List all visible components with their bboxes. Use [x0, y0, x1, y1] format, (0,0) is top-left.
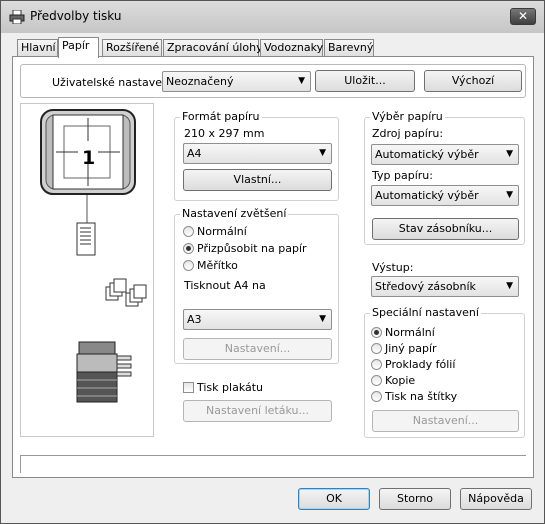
zoom-option-fit-label: Přizpůsobit na papír: [197, 242, 307, 255]
cancel-button[interactable]: Storno: [379, 488, 451, 510]
print-on-select[interactable]: A3 ▼: [183, 309, 332, 330]
print-on-value: A3: [187, 313, 202, 326]
paper-source-select[interactable]: Automatický výběr ▼: [371, 144, 519, 165]
tray-status-button[interactable]: Stav zásobníku...: [372, 218, 519, 240]
radio-icon: [371, 343, 382, 354]
radio-icon: [371, 327, 382, 338]
status-bar: [20, 455, 526, 473]
zoom-option-scale-label: Měřítko: [197, 259, 238, 272]
zoom-option-normal-label: Normální: [197, 225, 247, 238]
special-settings-title: Speciální nastavení: [370, 306, 481, 319]
chevron-down-icon: ▼: [506, 149, 513, 159]
special-option-transparency-inserts[interactable]: Proklady fólií: [371, 358, 455, 371]
custom-paper-button[interactable]: Vlastní...: [183, 169, 332, 191]
radio-icon: [371, 359, 382, 370]
title-bar[interactable]: Předvolby tisku ✕: [1, 1, 544, 33]
special-option-other-paper-label: Jiný papír: [385, 342, 437, 355]
chevron-down-icon: ▼: [506, 281, 513, 291]
zoom-settings-button[interactable]: Nastavení...: [183, 338, 332, 360]
tab-job-handling[interactable]: Zpracování úlohy: [163, 39, 263, 57]
ok-button[interactable]: OK: [298, 488, 370, 510]
zoom-option-normal[interactable]: Normální: [183, 225, 247, 238]
radio-icon: [371, 375, 382, 386]
user-settings-label: Uživatelské nastavení:: [52, 76, 176, 89]
paper-format-select[interactable]: A4 ▼: [183, 143, 332, 164]
zoom-option-fit-to-paper[interactable]: Přizpůsobit na papír: [183, 242, 307, 255]
tab-paper[interactable]: Papír: [58, 37, 99, 58]
default-button[interactable]: Výchozí: [424, 70, 522, 92]
special-option-copies[interactable]: Kopie: [371, 374, 415, 387]
tab-watermarks[interactable]: Vodoznaky: [260, 39, 323, 57]
poster-print-label: Tisk plakátu: [197, 381, 264, 394]
special-option-label-print[interactable]: Tisk na štítky: [371, 390, 457, 403]
user-settings-select[interactable]: Neoznačený ▼: [162, 71, 311, 92]
paper-type-value: Automatický výběr: [375, 189, 479, 202]
paper-source-label: Zdroj papíru:: [372, 127, 444, 140]
tab-main[interactable]: Hlavní: [17, 39, 58, 57]
special-option-label-print-label: Tisk na štítky: [385, 390, 458, 403]
special-option-transparency-label: Proklady fólií: [385, 358, 456, 371]
special-option-normal-label: Normální: [385, 326, 435, 339]
zoom-settings-title: Nastavení zvětšení: [180, 207, 289, 220]
paper-tab-panel: Uživatelské nastavení: Neoznačený ▼ Ulož…: [12, 56, 534, 478]
radio-icon: [371, 391, 382, 402]
paper-format-value: A4: [187, 147, 202, 160]
save-button[interactable]: Uložit...: [315, 70, 415, 92]
output-value: Středový zásobník: [375, 280, 476, 293]
help-button[interactable]: Nápověda: [460, 488, 532, 510]
printer-machine-icon: [76, 341, 132, 403]
user-settings-value: Neoznačený: [166, 75, 234, 88]
output-sheets-icon: [105, 278, 147, 307]
chevron-down-icon: ▼: [506, 190, 513, 200]
output-select[interactable]: Středový zásobník ▼: [371, 276, 519, 297]
paper-size-dimensions: 210 x 297 mm: [184, 127, 265, 140]
chevron-down-icon: ▼: [298, 76, 305, 86]
tab-color[interactable]: Barevný: [324, 39, 374, 57]
paper-source-value: Automatický výběr: [375, 148, 479, 161]
printer-icon: [9, 10, 25, 24]
window-title: Předvolby tisku: [30, 9, 122, 23]
radio-icon: [183, 243, 194, 254]
paper-sheet-icon: [76, 195, 96, 256]
close-button[interactable]: ✕: [510, 8, 536, 25]
poster-print-checkbox[interactable]: Tisk plakátu: [183, 381, 263, 394]
paper-format-title: Formát papíru: [180, 110, 262, 123]
paper-selection-title: Výběr papíru: [370, 110, 445, 123]
radio-icon: [183, 226, 194, 237]
print-preferences-window: Předvolby tisku ✕ Hlavní Papír Rozšířené…: [0, 0, 545, 524]
chevron-down-icon: ▼: [319, 314, 326, 324]
chevron-down-icon: ▼: [319, 148, 326, 158]
special-option-normal[interactable]: Normální: [371, 326, 435, 339]
paper-type-label: Typ papíru:: [372, 169, 433, 182]
leaflet-settings-button[interactable]: Nastavení letáku...: [183, 400, 332, 422]
print-on-label: Tisknout A4 na: [184, 279, 266, 292]
checkbox-icon: [183, 382, 194, 393]
output-label: Výstup:: [372, 261, 414, 274]
zoom-option-scale[interactable]: Měřítko: [183, 259, 238, 272]
special-settings-button[interactable]: Nastavení...: [372, 410, 519, 432]
paper-type-select[interactable]: Automatický výběr ▼: [371, 185, 519, 206]
preview-page-number: 1: [82, 147, 96, 169]
special-option-copies-label: Kopie: [385, 374, 416, 387]
tab-advanced[interactable]: Rozšířené: [102, 39, 162, 57]
special-option-other-paper[interactable]: Jiný papír: [371, 342, 437, 355]
radio-icon: [183, 260, 194, 271]
